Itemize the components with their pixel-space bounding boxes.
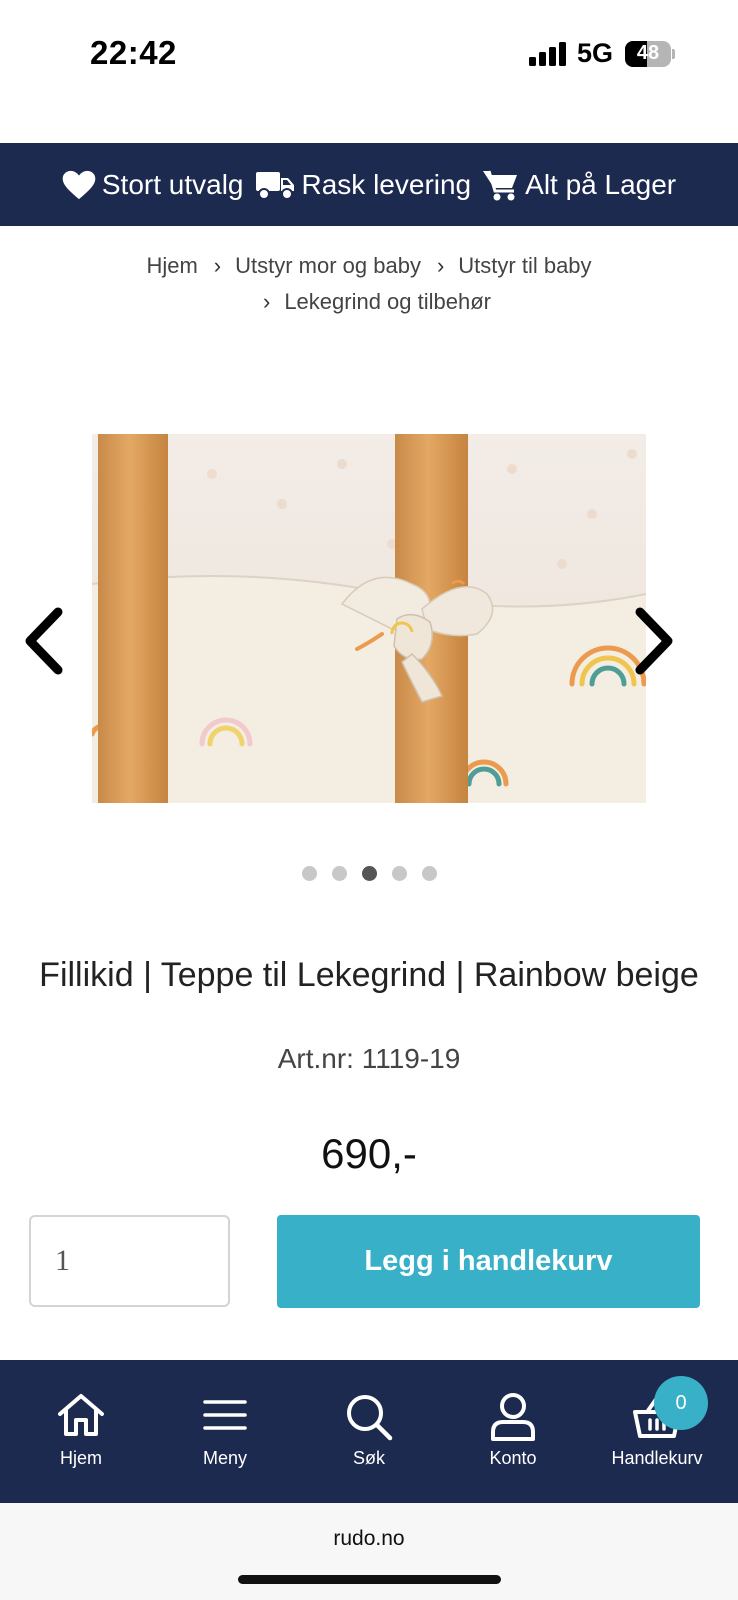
battery-icon: 48 (625, 41, 675, 67)
product-photo (92, 434, 646, 803)
home-icon (58, 1394, 104, 1436)
gallery-dot[interactable] (391, 866, 407, 881)
gallery-prev-button[interactable] (20, 604, 70, 678)
quantity-input[interactable]: 1 (29, 1215, 230, 1307)
cart-icon (483, 170, 518, 200)
truck-icon (255, 171, 294, 200)
breadcrumb-separator: › (436, 253, 445, 278)
add-to-cart-button[interactable]: Legg i handlekurv (277, 1215, 700, 1308)
cart-count-badge: 0 (654, 1376, 708, 1430)
breadcrumb-item-home[interactable]: Hjem (146, 253, 197, 278)
signal-icon (529, 42, 566, 66)
chevron-left-icon (25, 607, 63, 675)
nav-label: Søk (352, 1448, 385, 1468)
promo-label: Rask levering (301, 168, 472, 200)
status-time: 22:42 (90, 34, 177, 71)
breadcrumb-item-playpen[interactable]: Lekegrind og tilbehør (284, 289, 491, 314)
product-title: Fillikid | Teppe til Lekegrind | Rainbow… (39, 956, 699, 994)
product-article-number: Art.nr: 1119-19 (277, 1043, 461, 1074)
promo-bar: Stort utvalg Rask levering Alt på Lager (0, 143, 738, 226)
browser-url-bar[interactable]: rudo.no (0, 1503, 738, 1600)
nav-item-account[interactable]: Konto (443, 1360, 583, 1503)
promo-label: Stort utvalg (101, 168, 244, 200)
breadcrumb-item-baby-gear[interactable]: Utstyr til baby (458, 253, 591, 278)
gallery-dot[interactable] (361, 866, 377, 881)
promo-item-delivery: Rask levering (255, 168, 472, 201)
nav-label: Konto (489, 1448, 537, 1468)
user-icon (491, 1393, 535, 1441)
nav-item-search[interactable]: Søk (299, 1360, 439, 1503)
nav-item-home[interactable]: Hjem (11, 1360, 151, 1503)
nav-item-menu[interactable]: Meny (155, 1360, 295, 1503)
promo-item-stock: Alt på Lager (483, 169, 676, 201)
product-price: 690,- (321, 1130, 417, 1177)
breadcrumb: Hjem › Utstyr mor og baby › Utstyr til baby ›… (60, 248, 678, 320)
promo-label: Alt på Lager (525, 168, 677, 200)
breadcrumb-separator: › (213, 253, 222, 278)
menu-icon (203, 1400, 247, 1430)
heart-icon (62, 170, 96, 199)
gallery-next-button[interactable] (628, 604, 678, 678)
nav-item-cart[interactable]: 0 Handlekurv (587, 1360, 727, 1503)
gallery-dot[interactable] (331, 866, 347, 881)
home-indicator[interactable] (238, 1575, 501, 1584)
battery-level: 48 (636, 42, 660, 64)
bottom-nav: Hjem Meny Søk Konto 0 Handlekurv (0, 1360, 738, 1503)
search-icon (347, 1395, 393, 1441)
breadcrumb-item-mother-baby[interactable]: Utstyr mor og baby (235, 253, 421, 278)
product-image[interactable] (92, 434, 646, 803)
nav-label: Meny (202, 1448, 247, 1468)
gallery-dot[interactable] (421, 866, 437, 881)
nav-label: Handlekurv (611, 1448, 703, 1468)
gallery-dot[interactable] (301, 866, 317, 881)
url-text: rudo.no (333, 1527, 405, 1550)
breadcrumb-separator: › (262, 289, 271, 314)
status-bar: 22:42 5G 48 (0, 0, 738, 110)
gallery-pagination (0, 866, 738, 881)
nav-label: Hjem (59, 1448, 102, 1468)
chevron-right-icon (635, 607, 673, 675)
network-type: 5G (577, 38, 614, 68)
promo-item-selection: Stort utvalg (62, 169, 244, 201)
